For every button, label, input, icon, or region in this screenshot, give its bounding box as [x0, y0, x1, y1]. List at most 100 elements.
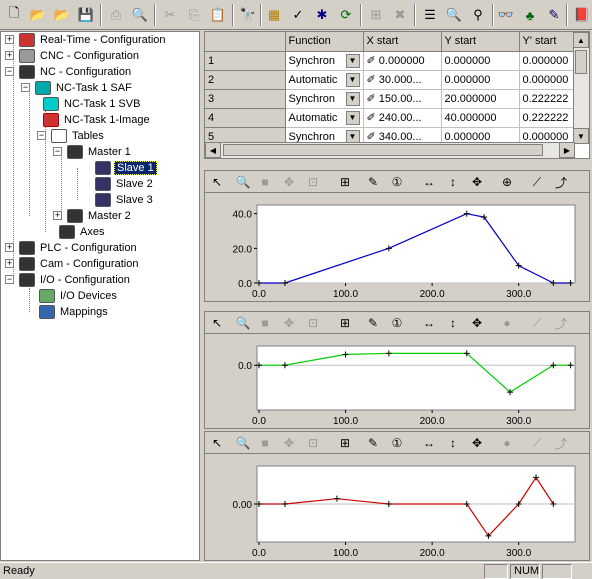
tree-item-nc-task-saf[interactable]: − NC-Task 1 SAF — [21, 80, 134, 96]
export-icon[interactable]: ⊡ — [305, 315, 321, 331]
tree-item-nc-task-image[interactable]: NC-Task 1-Image — [43, 112, 152, 128]
function-select[interactable]: Synchron — [289, 55, 335, 67]
tree-item-plc[interactable]: + PLC - Configuration — [5, 240, 139, 256]
line-icon[interactable]: ⟋ — [529, 315, 545, 331]
line-icon[interactable]: ⟋ — [529, 174, 545, 190]
function-select[interactable]: Synchron — [289, 131, 335, 143]
camera-icon[interactable]: ■ — [257, 435, 273, 451]
generate-mappings-icon[interactable]: ▦ — [264, 5, 284, 25]
tree-item-realtime[interactable]: + Real-Time - Configuration — [5, 32, 168, 48]
dropdown-arrow-icon[interactable]: ▼ — [345, 91, 360, 106]
move-icon[interactable]: ✥ — [281, 435, 297, 451]
tree-item-master-1[interactable]: − Master 1 — [53, 144, 133, 160]
camera-icon[interactable]: ■ — [257, 174, 273, 190]
export-icon[interactable]: ⊡ — [305, 435, 321, 451]
tree-item-nc[interactable]: − NC - Configuration — [5, 64, 133, 80]
tree-item-tables[interactable]: − Tables — [37, 128, 106, 144]
function-select[interactable]: Automatic — [289, 112, 338, 124]
table-row[interactable]: 3 Synchron ▼ ✐ 150.00... 20.000000 0.2222… — [205, 89, 574, 109]
dropdown-arrow-icon[interactable]: ▼ — [345, 110, 360, 125]
column-header-y-start[interactable]: Y start — [441, 32, 520, 52]
dropdown-arrow-icon[interactable]: ▼ — [345, 72, 360, 87]
save-icon[interactable]: 💾 — [76, 5, 96, 25]
scroll-down-icon[interactable]: ▼ — [573, 128, 589, 144]
configuration-tree[interactable]: + Real-Time - Configuration + CNC - Conf… — [0, 31, 200, 561]
line-icon[interactable]: ⟋ — [529, 435, 545, 451]
pen-icon[interactable]: ✎ — [365, 174, 381, 190]
function-select[interactable]: Automatic — [289, 74, 338, 86]
zoom-icon[interactable]: 🔍 — [235, 174, 251, 190]
table-row[interactable]: 2 Automatic ▼ ✐ 30.000... 0.000000 0.0000… — [205, 70, 574, 90]
activate-configuration-icon[interactable]: ✱ — [312, 5, 332, 25]
curve-icon[interactable]: ⤴ — [553, 174, 569, 190]
zoom-xy-icon[interactable]: ✥ — [469, 174, 485, 190]
tree-item-slave-3[interactable]: Slave 3 — [95, 192, 155, 208]
one-icon[interactable]: ① — [389, 435, 405, 451]
tree-view-icon[interactable]: ♣ — [520, 5, 540, 25]
tree-item-cam[interactable]: + Cam - Configuration — [5, 256, 140, 272]
zoom-icon[interactable]: 🔍 — [444, 5, 464, 25]
function-select[interactable]: Synchron — [289, 93, 335, 105]
print-preview-icon[interactable]: 🔍 — [130, 5, 150, 25]
point-icon[interactable]: ● — [499, 315, 515, 331]
zoom-y-icon[interactable]: ↕ — [445, 315, 461, 331]
restart-icon[interactable]: ⟳ — [336, 5, 356, 25]
open-recent-icon[interactable]: 📂 — [52, 5, 72, 25]
curve-icon[interactable]: ⤴ — [553, 435, 569, 451]
scroll-left-icon[interactable]: ◀ — [205, 142, 221, 158]
zoom-y-icon[interactable]: ↕ — [445, 174, 461, 190]
curve-icon[interactable]: ⤴ — [553, 315, 569, 331]
tree-item-cnc[interactable]: + CNC - Configuration — [5, 48, 141, 64]
move-icon[interactable]: ✥ — [281, 174, 297, 190]
camera-icon[interactable]: ■ — [257, 315, 273, 331]
tree-item-io[interactable]: − I/O - Configuration — [5, 272, 132, 288]
scroll-right-icon[interactable]: ▶ — [559, 142, 575, 158]
tree-item-slave-1[interactable]: Slave 1 — [95, 160, 157, 176]
help-book-icon[interactable]: 📕 — [572, 5, 592, 25]
pointer-icon[interactable]: ↖ — [209, 435, 225, 451]
horizontal-scrollbar[interactable]: ◀ ▶ — [205, 142, 575, 158]
new-file-icon[interactable]: 🗋 — [4, 5, 24, 25]
point-icon[interactable]: ⊕ — [499, 174, 515, 190]
cut-icon[interactable]: ✂ — [160, 5, 180, 25]
tree-item-io-devices[interactable]: I/O Devices — [39, 288, 119, 304]
tree-item-slave-2[interactable]: Slave 2 — [95, 176, 155, 192]
zoom-x-icon[interactable]: ↔ — [421, 315, 437, 331]
zoom-icon[interactable]: 🔍 — [235, 435, 251, 451]
tree-item-master-2[interactable]: + Master 2 — [53, 208, 133, 224]
pointer-icon[interactable]: ↖ — [209, 315, 225, 331]
grid-icon[interactable]: ⊞ — [337, 315, 353, 331]
zoom-xy-icon[interactable]: ✥ — [469, 435, 485, 451]
tree-item-nc-task-svb[interactable]: NC-Task 1 SVB — [43, 96, 142, 112]
zoom-x-icon[interactable]: ↔ — [421, 435, 437, 451]
table-row[interactable]: 1 Synchron ▼ ✐ 0.000000 0.000000 0.000000 — [205, 51, 574, 71]
search-devices-icon[interactable]: ⚲ — [468, 5, 488, 25]
tree-item-mappings[interactable]: Mappings — [39, 304, 110, 320]
pen-icon[interactable]: ✎ — [365, 315, 381, 331]
disconnect-icon[interactable]: ✖ — [390, 5, 410, 25]
point-icon[interactable]: ● — [499, 435, 515, 451]
tree-item-axes[interactable]: Axes — [59, 224, 106, 240]
check-configuration-icon[interactable]: ✓ — [288, 5, 308, 25]
pen-icon[interactable]: ✎ — [365, 435, 381, 451]
zoom-icon[interactable]: 🔍 — [235, 315, 251, 331]
open-folder-icon[interactable]: 📂 — [28, 5, 48, 25]
paste-icon[interactable]: 📋 — [208, 5, 228, 25]
export-icon[interactable]: ⊡ — [305, 174, 321, 190]
network-icon[interactable]: ⊞ — [366, 5, 386, 25]
dropdown-arrow-icon[interactable]: ▼ — [345, 53, 360, 68]
grid-icon[interactable]: ⊞ — [337, 435, 353, 451]
column-header-function[interactable]: Function — [285, 32, 364, 52]
table-grid[interactable]: Function X start Y start Y' start 1 Sync… — [204, 31, 590, 159]
online-icon[interactable]: ✎ — [544, 5, 564, 25]
scroll-up-icon[interactable]: ▲ — [573, 32, 589, 48]
find-icon[interactable]: 🔭 — [238, 5, 258, 25]
zoom-y-icon[interactable]: ↕ — [445, 435, 461, 451]
grid-icon[interactable]: ⊞ — [337, 174, 353, 190]
table-row[interactable]: 4 Automatic ▼ ✐ 240.00... 40.000000 0.222… — [205, 108, 574, 128]
pointer-icon[interactable]: ↖ — [209, 174, 225, 190]
zoom-x-icon[interactable]: ↔ — [421, 174, 437, 190]
copy-icon[interactable]: ⎘ — [184, 5, 204, 25]
move-icon[interactable]: ✥ — [281, 315, 297, 331]
column-header-x-start[interactable]: X start — [363, 32, 442, 52]
